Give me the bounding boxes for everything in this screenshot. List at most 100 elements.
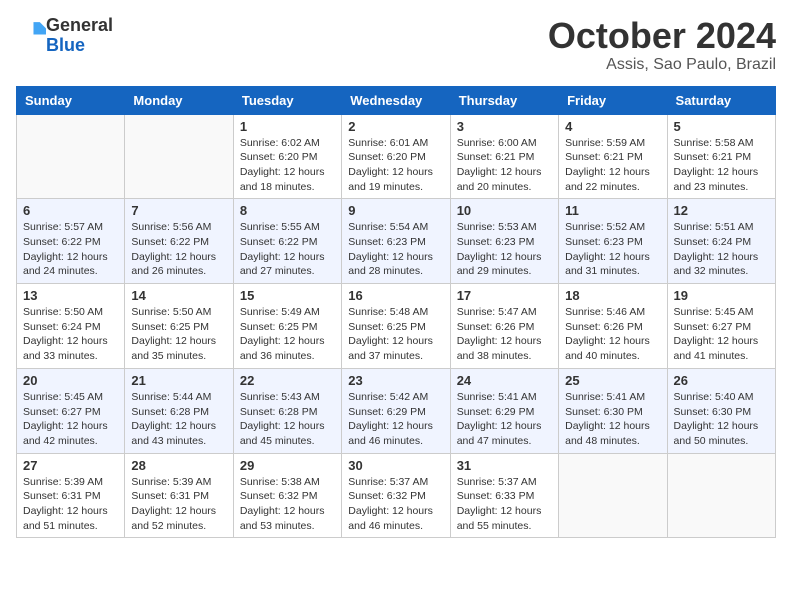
calendar-cell: 11 Sunrise: 5:52 AM Sunset: 6:23 PM Dayli… — [559, 199, 667, 284]
calendar-cell: 27 Sunrise: 5:39 AM Sunset: 6:31 PM Dayli… — [17, 453, 125, 538]
logo-blue-text: Blue — [46, 35, 85, 55]
calendar-cell: 17 Sunrise: 5:47 AM Sunset: 6:26 PM Dayli… — [450, 284, 558, 369]
calendar-cell — [125, 114, 233, 199]
day-number: 3 — [457, 119, 552, 134]
calendar-cell: 4 Sunrise: 5:59 AM Sunset: 6:21 PM Daylig… — [559, 114, 667, 199]
day-number: 1 — [240, 119, 335, 134]
day-info: Sunrise: 6:01 AM Sunset: 6:20 PM Dayligh… — [348, 136, 443, 195]
weekday-header-saturday: Saturday — [667, 86, 775, 114]
calendar-cell: 16Sunrise: 5:48 AM Sunset: 6:25 PM Dayli… — [342, 284, 450, 369]
calendar-cell: 24 Sunrise: 5:41 AM Sunset: 6:29 PM Dayli… — [450, 368, 558, 453]
day-info: Sunrise: 5:57 AM Sunset: 6:22 PM Dayligh… — [23, 220, 118, 279]
calendar-cell: 8 Sunrise: 5:55 AM Sunset: 6:22 PM Daylig… — [233, 199, 341, 284]
logo-icon — [18, 19, 46, 47]
logo-general-text: General — [46, 15, 113, 35]
day-info: Sunrise: 5:52 AM Sunset: 6:23 PM Dayligh… — [565, 220, 660, 279]
calendar-cell: 30Sunrise: 5:37 AM Sunset: 6:32 PM Dayli… — [342, 453, 450, 538]
calendar-table: SundayMondayTuesdayWednesdayThursdayFrid… — [16, 86, 776, 539]
calendar-cell: 9Sunrise: 5:54 AM Sunset: 6:23 PM Daylig… — [342, 199, 450, 284]
day-info: Sunrise: 5:48 AM Sunset: 6:25 PM Dayligh… — [348, 305, 443, 364]
day-number: 19 — [674, 288, 769, 303]
day-number: 8 — [240, 203, 335, 218]
day-number: 23 — [348, 373, 443, 388]
day-number: 15 — [240, 288, 335, 303]
page-location: Assis, Sao Paulo, Brazil — [548, 56, 776, 74]
calendar-cell: 10 Sunrise: 5:53 AM Sunset: 6:23 PM Dayli… — [450, 199, 558, 284]
day-info: Sunrise: 5:53 AM Sunset: 6:23 PM Dayligh… — [457, 220, 552, 279]
calendar-cell: 31 Sunrise: 5:37 AM Sunset: 6:33 PM Dayli… — [450, 453, 558, 538]
day-number: 11 — [565, 203, 660, 218]
calendar-cell: 28 Sunrise: 5:39 AM Sunset: 6:31 PM Dayli… — [125, 453, 233, 538]
day-info: Sunrise: 5:45 AM Sunset: 6:27 PM Dayligh… — [674, 305, 769, 364]
calendar-cell: 26 Sunrise: 5:40 AM Sunset: 6:30 PM Dayli… — [667, 368, 775, 453]
title-block: October 2024 Assis, Sao Paulo, Brazil — [548, 16, 776, 74]
day-info: Sunrise: 5:51 AM Sunset: 6:24 PM Dayligh… — [674, 220, 769, 279]
calendar-cell: 19 Sunrise: 5:45 AM Sunset: 6:27 PM Dayli… — [667, 284, 775, 369]
day-info: Sunrise: 5:40 AM Sunset: 6:30 PM Dayligh… — [674, 390, 769, 449]
day-number: 12 — [674, 203, 769, 218]
day-number: 10 — [457, 203, 552, 218]
day-info: Sunrise: 5:39 AM Sunset: 6:31 PM Dayligh… — [23, 475, 118, 534]
day-info: Sunrise: 6:02 AM Sunset: 6:20 PM Dayligh… — [240, 136, 335, 195]
day-number: 28 — [131, 458, 226, 473]
day-number: 20 — [23, 373, 118, 388]
calendar-cell: 5Sunrise: 5:58 AM Sunset: 6:21 PM Daylig… — [667, 114, 775, 199]
calendar-cell: 21Sunrise: 5:44 AM Sunset: 6:28 PM Dayli… — [125, 368, 233, 453]
day-info: Sunrise: 5:37 AM Sunset: 6:33 PM Dayligh… — [457, 475, 552, 534]
day-info: Sunrise: 5:47 AM Sunset: 6:26 PM Dayligh… — [457, 305, 552, 364]
calendar-cell — [559, 453, 667, 538]
page-header: General Blue October 2024 Assis, Sao Pau… — [16, 16, 776, 74]
day-info: Sunrise: 5:46 AM Sunset: 6:26 PM Dayligh… — [565, 305, 660, 364]
calendar-cell: 15 Sunrise: 5:49 AM Sunset: 6:25 PM Dayli… — [233, 284, 341, 369]
day-info: Sunrise: 5:42 AM Sunset: 6:29 PM Dayligh… — [348, 390, 443, 449]
day-number: 22 — [240, 373, 335, 388]
calendar-week-row: 13Sunrise: 5:50 AM Sunset: 6:24 PM Dayli… — [17, 284, 776, 369]
day-number: 24 — [457, 373, 552, 388]
calendar-cell: 6 Sunrise: 5:57 AM Sunset: 6:22 PM Daylig… — [17, 199, 125, 284]
day-info: Sunrise: 5:39 AM Sunset: 6:31 PM Dayligh… — [131, 475, 226, 534]
day-info: Sunrise: 5:50 AM Sunset: 6:24 PM Dayligh… — [23, 305, 118, 364]
calendar-cell: 22 Sunrise: 5:43 AM Sunset: 6:28 PM Dayli… — [233, 368, 341, 453]
day-info: Sunrise: 6:00 AM Sunset: 6:21 PM Dayligh… — [457, 136, 552, 195]
day-number: 26 — [674, 373, 769, 388]
day-number: 4 — [565, 119, 660, 134]
day-number: 9 — [348, 203, 443, 218]
calendar-week-row: 20 Sunrise: 5:45 AM Sunset: 6:27 PM Dayli… — [17, 368, 776, 453]
calendar-week-row: 27 Sunrise: 5:39 AM Sunset: 6:31 PM Dayli… — [17, 453, 776, 538]
calendar-cell — [667, 453, 775, 538]
day-number: 27 — [23, 458, 118, 473]
day-info: Sunrise: 5:56 AM Sunset: 6:22 PM Dayligh… — [131, 220, 226, 279]
calendar-cell: 29Sunrise: 5:38 AM Sunset: 6:32 PM Dayli… — [233, 453, 341, 538]
day-number: 31 — [457, 458, 552, 473]
day-number: 21 — [131, 373, 226, 388]
page-title: October 2024 — [548, 16, 776, 56]
day-number: 14 — [131, 288, 226, 303]
calendar-cell: 2 Sunrise: 6:01 AM Sunset: 6:20 PM Daylig… — [342, 114, 450, 199]
calendar-cell: 7Sunrise: 5:56 AM Sunset: 6:22 PM Daylig… — [125, 199, 233, 284]
day-number: 2 — [348, 119, 443, 134]
day-info: Sunrise: 5:41 AM Sunset: 6:29 PM Dayligh… — [457, 390, 552, 449]
day-info: Sunrise: 5:37 AM Sunset: 6:32 PM Dayligh… — [348, 475, 443, 534]
weekday-header-friday: Friday — [559, 86, 667, 114]
calendar-header-row: SundayMondayTuesdayWednesdayThursdayFrid… — [17, 86, 776, 114]
calendar-cell: 25Sunrise: 5:41 AM Sunset: 6:30 PM Dayli… — [559, 368, 667, 453]
calendar-week-row: 6 Sunrise: 5:57 AM Sunset: 6:22 PM Daylig… — [17, 199, 776, 284]
calendar-cell: 3 Sunrise: 6:00 AM Sunset: 6:21 PM Daylig… — [450, 114, 558, 199]
day-info: Sunrise: 5:41 AM Sunset: 6:30 PM Dayligh… — [565, 390, 660, 449]
day-info: Sunrise: 5:43 AM Sunset: 6:28 PM Dayligh… — [240, 390, 335, 449]
day-number: 6 — [23, 203, 118, 218]
calendar-cell: 18Sunrise: 5:46 AM Sunset: 6:26 PM Dayli… — [559, 284, 667, 369]
day-info: Sunrise: 5:55 AM Sunset: 6:22 PM Dayligh… — [240, 220, 335, 279]
day-number: 29 — [240, 458, 335, 473]
calendar-cell: 13Sunrise: 5:50 AM Sunset: 6:24 PM Dayli… — [17, 284, 125, 369]
calendar-cell: 14 Sunrise: 5:50 AM Sunset: 6:25 PM Dayli… — [125, 284, 233, 369]
weekday-header-sunday: Sunday — [17, 86, 125, 114]
day-info: Sunrise: 5:49 AM Sunset: 6:25 PM Dayligh… — [240, 305, 335, 364]
day-info: Sunrise: 5:59 AM Sunset: 6:21 PM Dayligh… — [565, 136, 660, 195]
weekday-header-thursday: Thursday — [450, 86, 558, 114]
day-info: Sunrise: 5:50 AM Sunset: 6:25 PM Dayligh… — [131, 305, 226, 364]
day-info: Sunrise: 5:45 AM Sunset: 6:27 PM Dayligh… — [23, 390, 118, 449]
weekday-header-wednesday: Wednesday — [342, 86, 450, 114]
day-number: 17 — [457, 288, 552, 303]
calendar-cell — [17, 114, 125, 199]
